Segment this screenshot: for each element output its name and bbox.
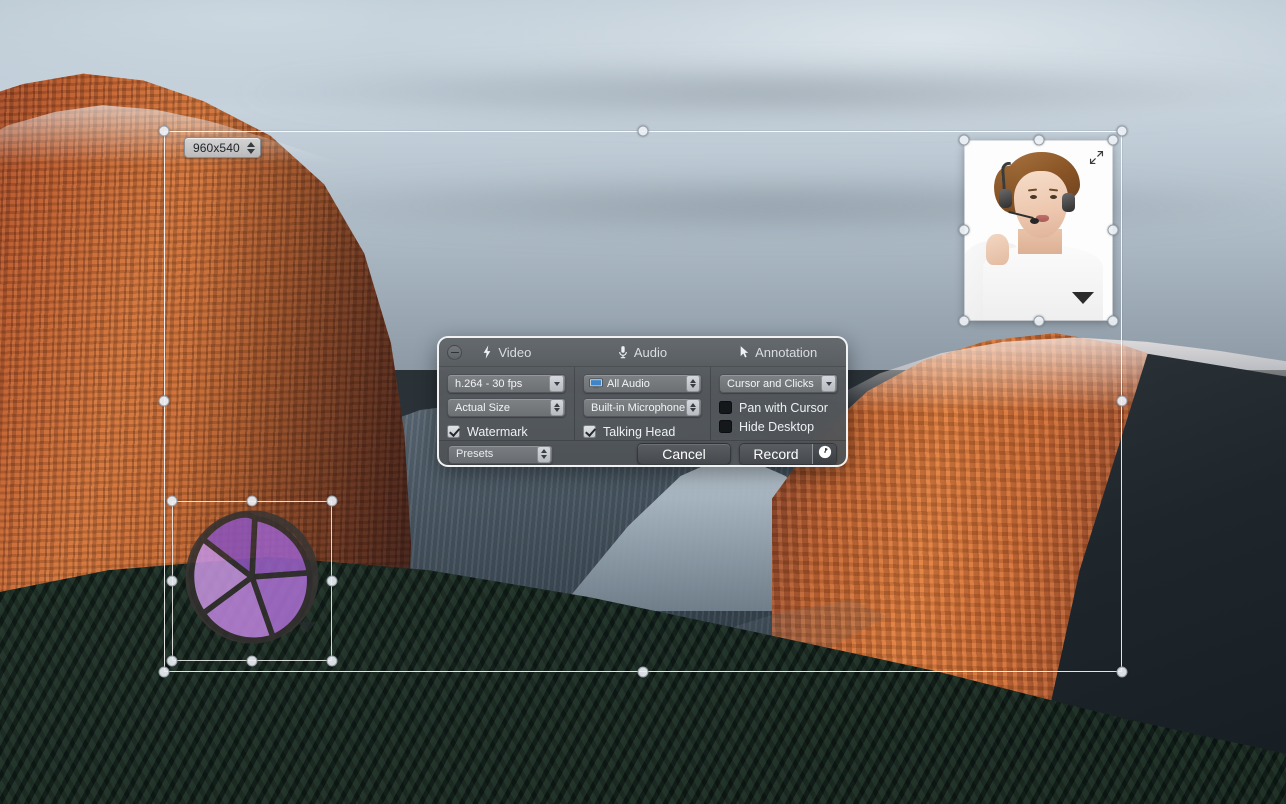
video-codec-value: h.264 - 30 fps <box>455 378 549 390</box>
talking-head-checkbox[interactable]: Talking Head <box>583 422 702 441</box>
webcam-handle-top-left[interactable] <box>959 135 970 146</box>
panel-columns: h.264 - 30 fps Actual Size Watermark <box>439 367 846 440</box>
watermark-handle-bottom-center[interactable] <box>247 656 258 667</box>
checkbox-indicator <box>583 425 596 438</box>
minimize-icon[interactable] <box>447 345 462 360</box>
tab-video-label: Video <box>498 345 531 360</box>
up-down-stepper-icon[interactable] <box>686 375 700 392</box>
watermark-handle-middle-right[interactable] <box>327 576 338 587</box>
video-size-value: Actual Size <box>455 402 550 414</box>
tab-annotation[interactable]: Annotation <box>710 338 846 366</box>
up-down-stepper-icon[interactable] <box>550 399 564 416</box>
watermark-handle-bottom-right[interactable] <box>327 656 338 667</box>
webcam-handle-middle-left[interactable] <box>959 225 970 236</box>
record-button[interactable]: Record <box>740 444 812 464</box>
tab-annotation-label: Annotation <box>755 345 817 360</box>
record-button-label: Record <box>753 446 798 462</box>
tab-audio-label: Audio <box>634 345 667 360</box>
capture-size-stepper[interactable] <box>246 139 257 156</box>
cursor-mode-value: Cursor and Clicks <box>727 378 821 390</box>
cursor-mode-select[interactable]: Cursor and Clicks <box>719 374 838 393</box>
resize-handle-bottom-right[interactable] <box>1117 667 1128 678</box>
resize-handle-top-right[interactable] <box>1117 126 1128 137</box>
cancel-button-label: Cancel <box>662 446 706 462</box>
record-button-group[interactable]: Record <box>739 443 837 465</box>
resize-handle-top-center[interactable] <box>638 126 649 137</box>
up-down-stepper-icon[interactable] <box>686 399 700 416</box>
panel-action-bar: Presets Cancel Record <box>439 440 846 467</box>
panel-tab-bar: Video Audio Annotation <box>439 338 846 367</box>
cursor-arrow-icon <box>739 345 749 359</box>
checkbox-indicator <box>447 425 460 438</box>
audio-settings-column: All Audio Built-in Microphone Talking He… <box>574 367 711 440</box>
lightning-bolt-icon <box>482 345 492 359</box>
webcam-handle-middle-right[interactable] <box>1108 225 1119 236</box>
audio-source-select[interactable]: All Audio <box>583 374 702 393</box>
tab-audio[interactable]: Audio <box>575 338 711 366</box>
webcam-handle-bottom-left[interactable] <box>959 316 970 327</box>
cancel-button[interactable]: Cancel <box>637 443 731 465</box>
presets-select[interactable]: Presets <box>448 445 553 464</box>
up-down-stepper-icon[interactable] <box>537 446 551 463</box>
chevron-down-icon[interactable] <box>821 375 836 392</box>
webcam-handle-bottom-right[interactable] <box>1108 316 1119 327</box>
video-size-select[interactable]: Actual Size <box>447 398 566 417</box>
record-timer-button[interactable] <box>812 444 836 464</box>
hide-desktop-label: Hide Desktop <box>739 420 814 434</box>
watermark-handle-bottom-left[interactable] <box>167 656 178 667</box>
webcam-handle-top-right[interactable] <box>1108 135 1119 146</box>
talking-head-checkbox-label: Talking Head <box>603 425 675 439</box>
webcam-handle-top-center[interactable] <box>1034 135 1045 146</box>
desktop-screen: 960x540 <box>0 0 1286 804</box>
watermark-handle-middle-left[interactable] <box>167 576 178 587</box>
watermark-selection-outline <box>172 501 332 661</box>
checkbox-indicator <box>719 420 732 433</box>
watermark-handle-top-right[interactable] <box>327 496 338 507</box>
display-audio-icon <box>589 378 603 389</box>
clock-icon <box>818 445 832 464</box>
microphone-icon <box>618 345 628 359</box>
resize-handle-middle-left[interactable] <box>159 396 170 407</box>
pan-with-cursor-checkbox[interactable]: Pan with Cursor <box>719 398 838 417</box>
checkbox-indicator <box>719 401 732 414</box>
recording-settings-panel: Video Audio Annotation <box>437 336 848 467</box>
resize-handle-top-left[interactable] <box>159 126 170 137</box>
diagonal-resize-icon[interactable] <box>1088 149 1105 166</box>
resize-handle-bottom-center[interactable] <box>638 667 649 678</box>
hide-desktop-checkbox[interactable]: Hide Desktop <box>719 417 838 436</box>
annotation-settings-column: Cursor and Clicks Pan with Cursor Hide D… <box>711 367 846 440</box>
resize-handle-bottom-left[interactable] <box>159 667 170 678</box>
capture-size-value: 960x540 <box>193 141 240 155</box>
video-codec-select[interactable]: h.264 - 30 fps <box>447 374 566 393</box>
presets-label: Presets <box>456 448 537 460</box>
talking-head-overlay[interactable] <box>965 141 1112 320</box>
watermark-checkbox[interactable]: Watermark <box>447 422 566 441</box>
watermark-handle-top-center[interactable] <box>247 496 258 507</box>
audio-mic-value: Built-in Microphone <box>591 402 686 414</box>
audio-source-value: All Audio <box>607 378 686 390</box>
capture-size-field[interactable]: 960x540 <box>184 137 261 158</box>
chevron-down-icon[interactable] <box>549 375 564 392</box>
video-settings-column: h.264 - 30 fps Actual Size Watermark <box>439 367 574 440</box>
pan-with-cursor-label: Pan with Cursor <box>739 401 828 415</box>
watermark-checkbox-label: Watermark <box>467 425 528 439</box>
resize-handle-middle-right[interactable] <box>1117 396 1128 407</box>
watermark-handle-top-left[interactable] <box>167 496 178 507</box>
caret-down-icon[interactable] <box>1072 292 1094 304</box>
webcam-handle-bottom-center[interactable] <box>1034 316 1045 327</box>
audio-mic-select[interactable]: Built-in Microphone <box>583 398 702 417</box>
